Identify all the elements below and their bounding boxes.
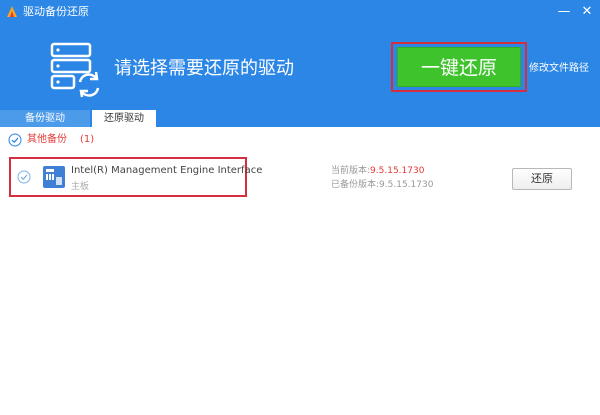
group-count: (1) — [80, 134, 95, 145]
check-circle-icon[interactable] — [8, 133, 22, 147]
tab-backup-drivers[interactable]: 备份驱动 — [0, 110, 90, 127]
modify-path-link[interactable]: 修改文件路径 — [529, 62, 589, 76]
restore-driver-button[interactable]: 还原 — [512, 168, 572, 190]
restore-all-button[interactable]: 一键还原 — [397, 47, 521, 87]
driver-name: Intel(R) Management Engine Interface — [71, 165, 263, 176]
tab-restore-drivers[interactable]: 还原驱动 — [92, 110, 156, 127]
check-circle-icon[interactable] — [17, 170, 31, 184]
current-version-label: 当前版本: — [331, 166, 371, 176]
chip-icon — [43, 166, 65, 188]
backup-version-label: 已备份版本: — [331, 180, 380, 190]
backup-version-value: 9.5.15.1730 — [379, 180, 434, 190]
server-sync-icon — [50, 42, 100, 98]
current-version: 当前版本:9.5.15.1730 — [331, 165, 424, 177]
current-version-value: 9.5.15.1730 — [370, 166, 425, 176]
title-bar[interactable]: 驱动备份还原 — ✕ — [0, 0, 600, 24]
minimize-button[interactable]: — — [553, 2, 575, 22]
page-headline: 请选择需要还原的驱动 — [114, 58, 294, 79]
window-title: 驱动备份还原 — [23, 5, 89, 18]
app-logo-icon — [7, 6, 17, 17]
backup-version: 已备份版本:9.5.15.1730 — [331, 179, 433, 191]
group-label: 其他备份 — [27, 134, 67, 145]
close-button[interactable]: ✕ — [576, 2, 598, 22]
header-banner: 驱动备份还原 — ✕ 请选择需要还原的驱动 一键还原 修改文件路径 备份驱动 还… — [0, 0, 600, 127]
driver-row[interactable]: Intel(R) Management Engine Interface 主板 … — [0, 155, 600, 200]
driver-category: 主板 — [71, 182, 90, 192]
